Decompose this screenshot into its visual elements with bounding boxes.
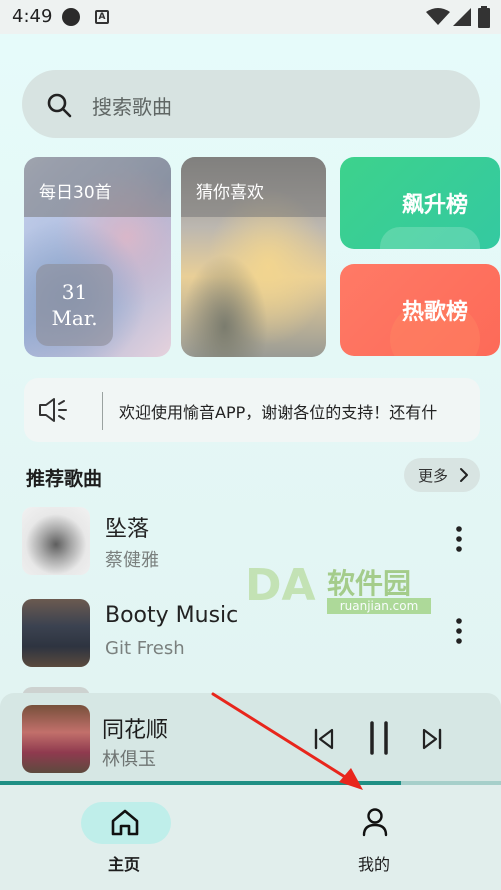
more-label: 更多 <box>418 467 449 485</box>
status-bar: 4:49 A <box>0 0 501 34</box>
date-month: Mar. <box>51 306 98 330</box>
announcement-bar[interactable]: 欢迎使用愉音APP，谢谢各位的支持！还有什 <box>24 378 480 442</box>
watermark-logo: DA 软件园 ruanjian.com <box>245 560 435 618</box>
daily-30-card[interactable]: 每日30首 31 Mar. <box>24 157 171 357</box>
watermark-da: DA <box>245 560 316 611</box>
now-playing-cover <box>22 705 90 773</box>
speaker-icon <box>39 398 67 422</box>
signal-icon <box>453 8 471 26</box>
guess-you-like-card[interactable]: 猜你喜欢 <box>181 157 326 357</box>
song-artist: Git Fresh <box>105 638 185 659</box>
chevron-right-icon <box>460 468 468 482</box>
date-day: 31 <box>61 280 88 304</box>
now-playing-artist: 林俱玉 <box>102 749 156 770</box>
notice-divider <box>102 392 103 430</box>
date-badge: 31 Mar. <box>36 264 113 346</box>
bottom-nav: 主页 我的 <box>0 785 501 890</box>
nav-home-label[interactable]: 主页 <box>108 851 140 875</box>
recommend-title: 推荐歌曲 <box>26 468 103 490</box>
card-decoration <box>380 227 480 249</box>
more-vert-icon[interactable] <box>452 617 466 645</box>
wifi-icon <box>426 8 450 25</box>
hot-chart-card[interactable]: 热歌榜 <box>340 264 500 356</box>
watermark-cn: 软件园 <box>327 567 412 600</box>
album-cover <box>22 599 90 667</box>
now-playing-title: 同花顺 <box>102 718 169 743</box>
home-icon[interactable] <box>110 809 140 837</box>
hot-chart-label: 热歌榜 <box>402 300 469 325</box>
search-placeholder: 搜索歌曲 <box>92 95 172 119</box>
album-cover <box>22 507 90 575</box>
search-icon <box>47 93 72 118</box>
song-artist: 蔡健雅 <box>105 550 159 571</box>
more-vert-icon[interactable] <box>452 525 466 553</box>
song-title: Booty Music <box>105 603 239 628</box>
song-title: 坠落 <box>105 517 150 542</box>
nav-me-label[interactable]: 我的 <box>358 851 390 875</box>
daily-card-title: 每日30首 <box>39 183 112 203</box>
watermark-en: ruanjian.com <box>327 598 431 614</box>
rising-chart-card[interactable]: 飙升榜 <box>340 157 500 249</box>
search-bar[interactable]: 搜索歌曲 <box>22 70 480 138</box>
guess-card-title: 猜你喜欢 <box>196 183 264 203</box>
announcement-text: 欢迎使用愉音APP，谢谢各位的支持！还有什 <box>119 403 438 422</box>
a-notification-icon: A <box>95 10 109 24</box>
annotation-arrow-icon <box>211 692 363 790</box>
battery-icon <box>478 6 490 28</box>
rising-chart-label: 飙升榜 <box>402 193 469 218</box>
more-button[interactable]: 更多 <box>404 458 480 492</box>
status-time: 4:49 <box>12 6 53 27</box>
person-icon[interactable] <box>361 807 389 837</box>
skip-next-icon[interactable] <box>420 727 444 751</box>
notification-dot-icon <box>62 8 80 26</box>
